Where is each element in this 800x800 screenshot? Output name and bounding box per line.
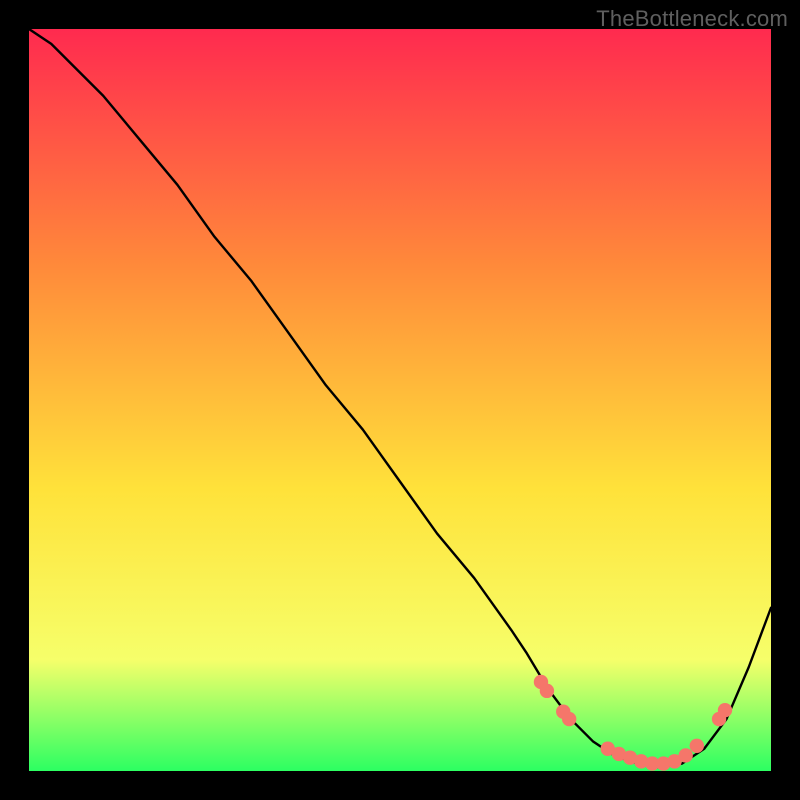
plot-area: [29, 29, 771, 771]
chart-container: TheBottleneck.com: [0, 0, 800, 800]
watermark-text: TheBottleneck.com: [596, 6, 788, 32]
data-marker: [678, 748, 692, 762]
data-marker: [540, 684, 554, 698]
data-marker: [562, 712, 576, 726]
chart-svg: [29, 29, 771, 771]
data-marker: [690, 739, 704, 753]
data-marker: [718, 703, 732, 717]
